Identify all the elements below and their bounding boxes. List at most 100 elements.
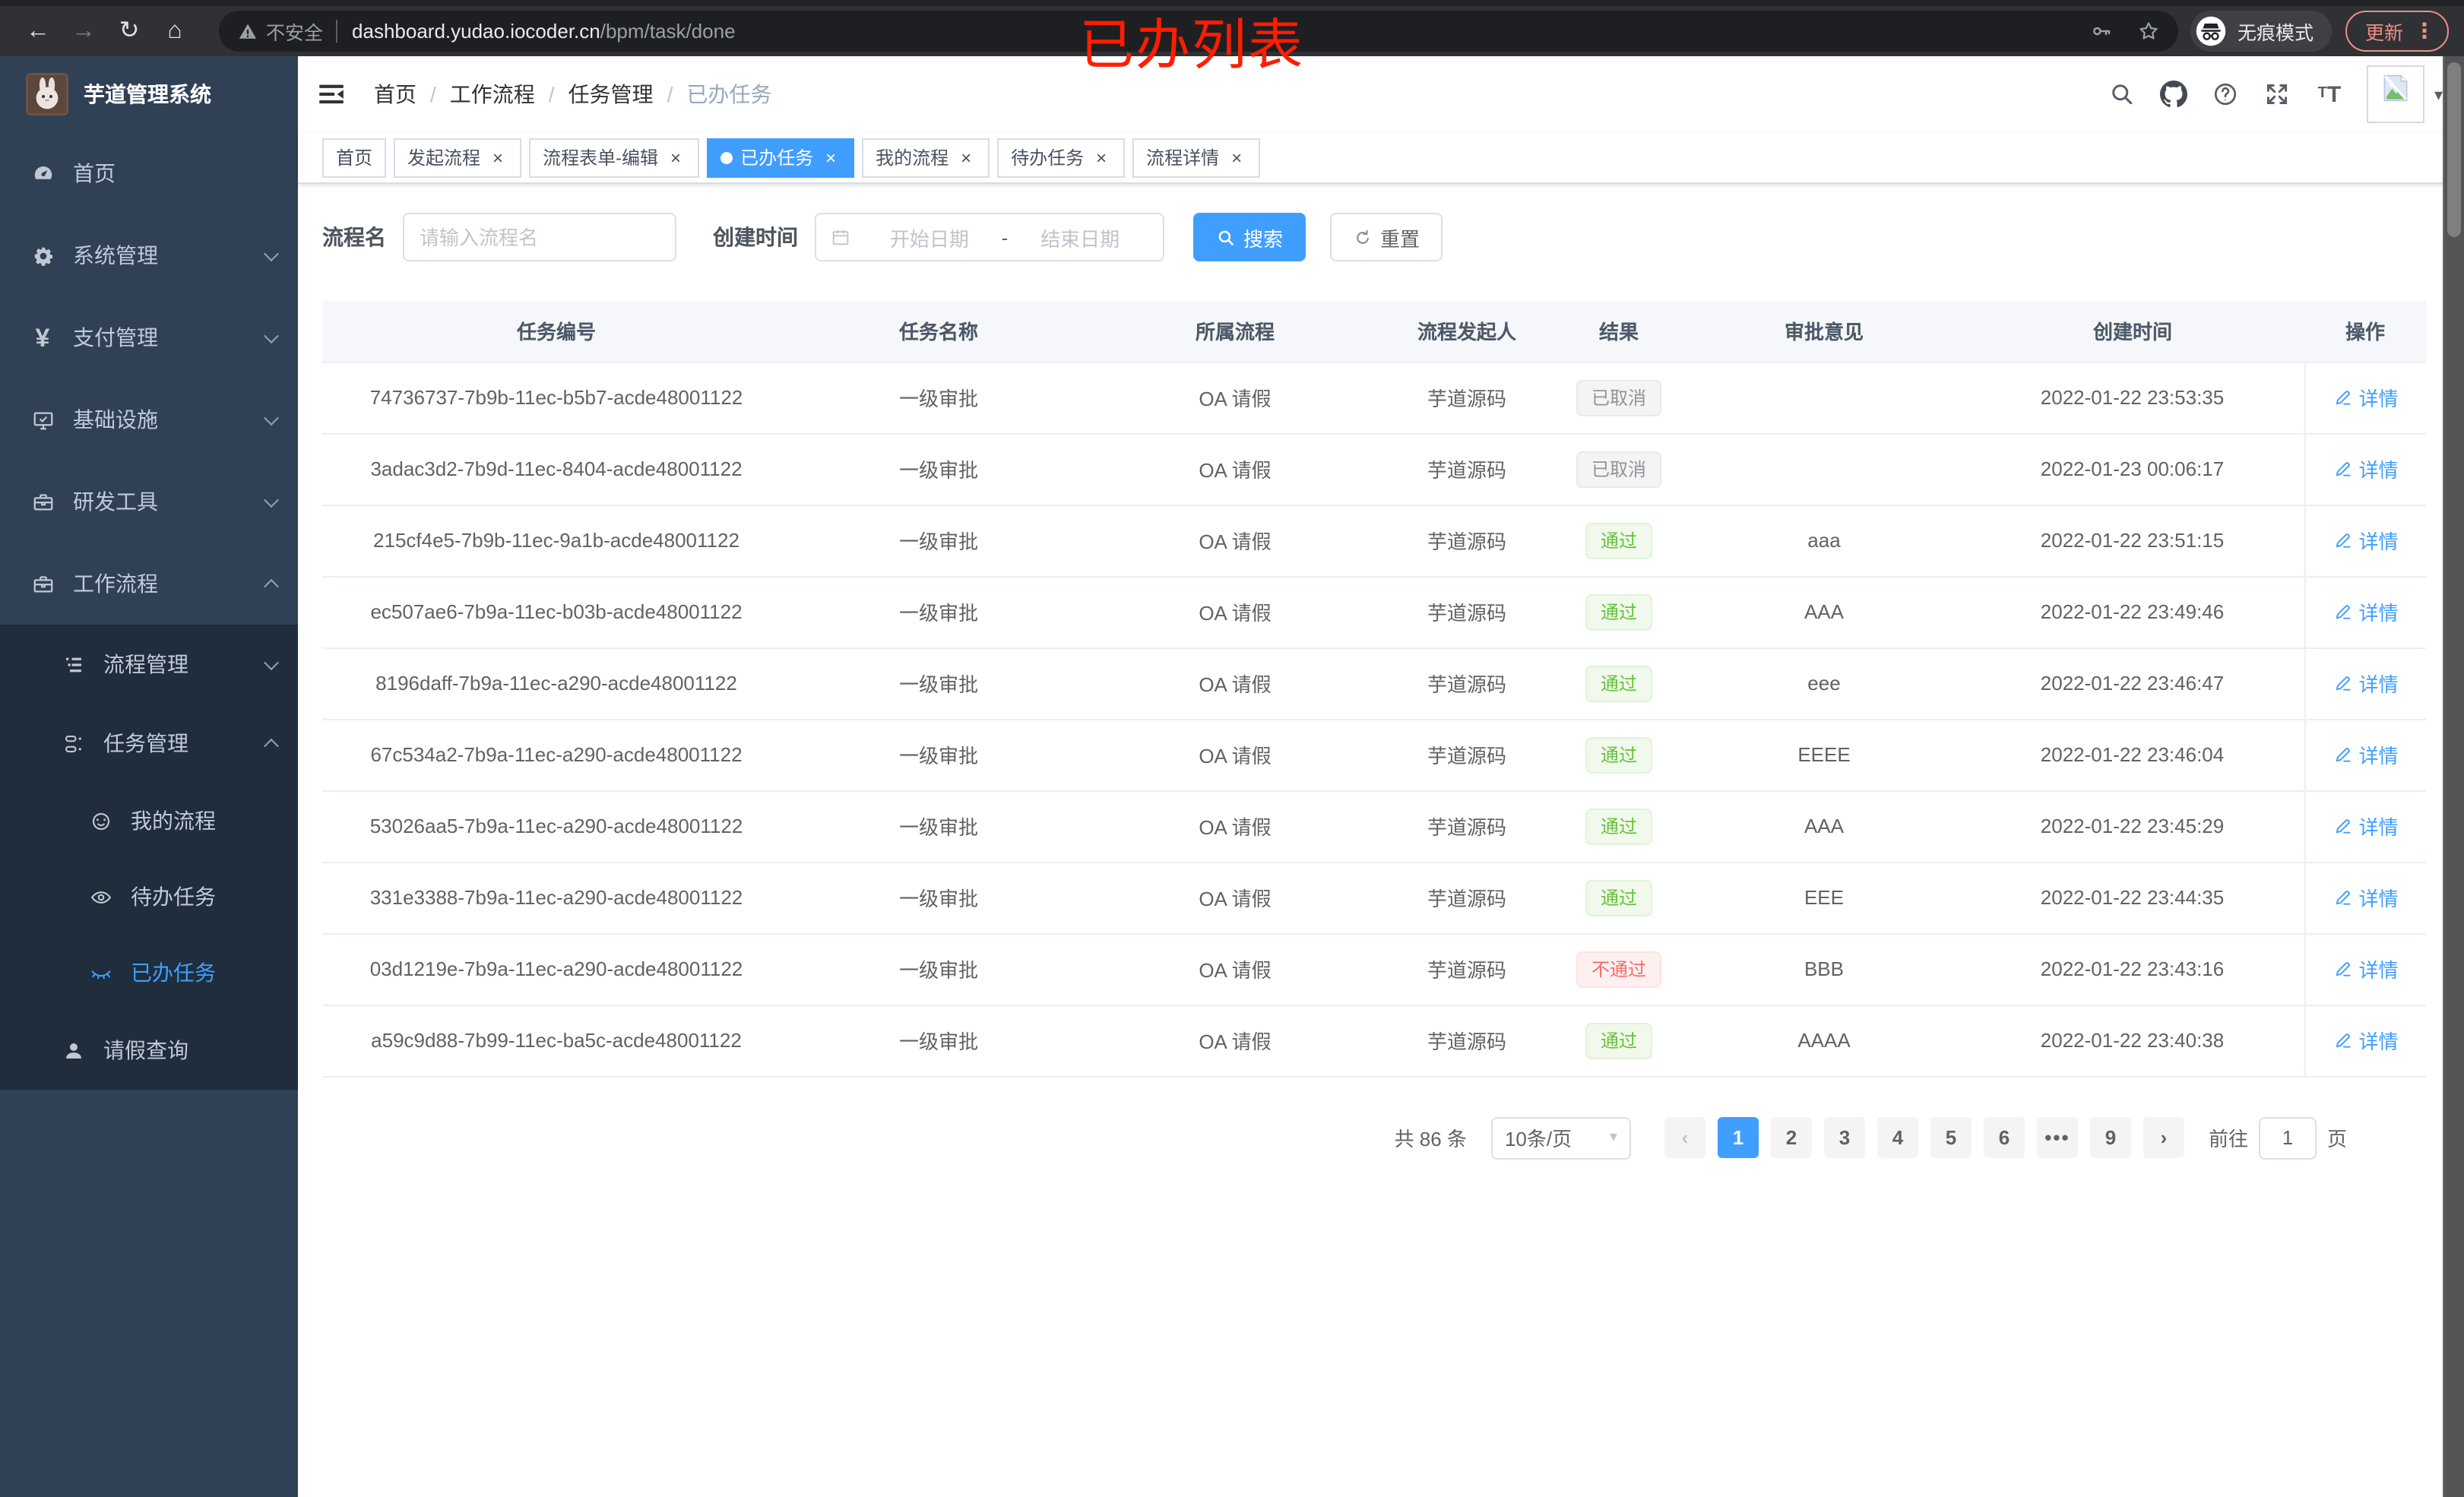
page-button-4[interactable]: 4 [1877,1117,1918,1158]
edit-pen-icon [2336,748,2351,762]
detail-link[interactable]: 详情 [2333,454,2399,483]
tab-process-detail[interactable]: 流程详情 × [1132,138,1261,177]
column-created: 创建时间 [1961,301,2304,362]
breadcrumb-item-workflow[interactable]: 工作流程 [450,79,568,109]
start-date-placeholder[interactable]: 开始日期 [860,223,999,252]
browser-update-button[interactable]: 更新 ⋮ [2345,11,2449,52]
tab-start-process[interactable]: 发起流程 × [394,138,522,177]
page-button-9[interactable]: 9 [2089,1117,2131,1158]
sidebar-item-leave-query[interactable]: 请假查询 [0,1011,298,1090]
process-name-input[interactable] [403,213,676,261]
tab-my-process[interactable]: 我的流程 × [862,138,990,177]
goto-page-input[interactable] [2258,1116,2317,1159]
security-label: 不安全 [266,23,324,44]
page-button-1[interactable]: 1 [1717,1117,1759,1158]
table-row: 331e3388-7b9a-11ec-a290-acde48001122 一级审… [322,862,2426,934]
tab-close-icon[interactable]: × [956,147,976,167]
main-area: 首页工作流程任务管理已办任务 TT [298,56,2464,1497]
tab-close-icon[interactable]: × [1091,147,1111,167]
fullscreen-icon[interactable] [2252,81,2304,108]
page-button-3[interactable]: 3 [1823,1117,1865,1158]
next-page-button[interactable]: › [2143,1117,2184,1158]
starter-cell: 芋道源码 [1383,862,1550,934]
briefcase-icon [30,571,55,596]
browser-forward-icon[interactable]: → [61,18,106,43]
search-button[interactable]: 搜索 [1193,213,1306,261]
tab-form-edit[interactable]: 流程表单-编辑 × [529,138,700,177]
table-row: 67c534a2-7b9a-11ec-a290-acde48001122 一级审… [322,719,2426,791]
detail-link[interactable]: 详情 [2333,1026,2399,1055]
table-row: 3adac3d2-7b9d-11ec-8404-acde48001122 一级审… [322,433,2426,505]
app-logo[interactable]: 芋道管理系统 [0,56,298,132]
page-button-6[interactable]: 6 [1983,1117,2025,1158]
detail-link[interactable]: 详情 [2333,526,2399,555]
starter-cell: 芋道源码 [1383,790,1550,862]
task-id-cell: 53026aa5-7b9a-11ec-a290-acde48001122 [322,790,790,862]
page-button-more[interactable]: ••• [2036,1117,2078,1158]
tab-done-tasks[interactable]: 已办任务 × [707,138,855,177]
task-name-cell: 一级审批 [790,862,1087,934]
password-key-icon[interactable] [2090,20,2113,43]
created-time-cell: 2022-01-22 23:53:35 [1961,362,2304,434]
sidebar-item-home[interactable]: 首页 [0,132,298,214]
reset-button[interactable]: 重置 [1330,213,1443,261]
avatar-caret-icon[interactable]: ▾ [2434,84,2443,104]
prev-page-button[interactable]: ‹ [1664,1117,1705,1158]
user-icon [61,1038,85,1062]
page-button-5[interactable]: 5 [1930,1117,1972,1158]
detail-link[interactable]: 详情 [2333,669,2399,698]
sidebar-item-system-management[interactable]: 系统管理 [0,214,298,296]
sidebar-toggle-hamburger-icon[interactable] [316,79,347,109]
create-time-range-picker[interactable]: 开始日期 - 结束日期 [815,213,1164,261]
tab-home[interactable]: 首页 [322,138,387,177]
column-result: 结果 [1550,301,1687,362]
browser-reload-icon[interactable]: ↻ [106,18,152,43]
scrollbar-thumb[interactable] [2447,62,2461,237]
tab-close-icon[interactable]: × [821,147,841,167]
comment-cell: EEEE [1687,719,1961,791]
search-icon[interactable] [2097,81,2149,108]
calendar-icon [832,229,849,245]
tab-close-icon[interactable]: × [666,147,686,167]
browser-menu-icon[interactable]: ⋮ [2414,18,2435,44]
not-secure-warning-icon[interactable] [237,21,258,42]
page-button-2[interactable]: 2 [1770,1117,1812,1158]
sidebar-item-my-process[interactable]: 我的流程 [0,783,298,859]
sidebar-item-done-tasks[interactable]: 已办任务 [0,935,298,1011]
chevron-icon [264,492,279,508]
detail-link[interactable]: 详情 [2333,383,2399,412]
github-icon[interactable] [2149,81,2200,108]
avatar[interactable] [2367,65,2425,123]
starter-cell: 芋道源码 [1383,433,1550,505]
page-scrollbar[interactable] [2443,56,2464,1497]
end-date-placeholder[interactable]: 结束日期 [1011,223,1149,252]
chevron-icon [264,328,279,343]
help-question-icon[interactable] [2200,81,2252,108]
breadcrumb-item-done-tasks[interactable]: 已办任务 [686,79,771,109]
detail-link[interactable]: 详情 [2333,954,2399,983]
browser-home-icon[interactable]: ⌂ [152,18,198,43]
comment-cell [1687,362,1961,434]
detail-link[interactable]: 详情 [2333,883,2399,912]
tab-close-icon[interactable]: × [488,147,508,167]
sidebar-item-process-management[interactable]: 流程管理 [0,625,298,704]
tab-close-icon[interactable]: × [1227,147,1246,167]
detail-link[interactable]: 详情 [2333,812,2399,840]
page-size-select[interactable]: 10条/页 ▾ [1490,1116,1631,1159]
font-size-icon[interactable]: TT [2304,83,2355,106]
detail-link[interactable]: 详情 [2333,597,2399,626]
sidebar-item-dev-tools[interactable]: 研发工具 [0,460,298,543]
sidebar-item-todo-tasks[interactable]: 待办任务 [0,859,298,935]
sidebar-item-workflow[interactable]: 工作流程 [0,543,298,625]
browser-back-icon[interactable]: ← [15,18,61,43]
result-cell: 通过 [1550,790,1687,862]
breadcrumb-item-home[interactable]: 首页 [374,79,450,109]
sidebar-item-payment-management[interactable]: ¥ 支付管理 [0,296,298,378]
actions-cell: 详情 [2304,362,2426,434]
breadcrumb-item-task-management[interactable]: 任务管理 [568,79,687,109]
detail-link[interactable]: 详情 [2333,740,2399,769]
sidebar-item-task-management[interactable]: 任务管理 [0,704,298,783]
sidebar-item-infrastructure[interactable]: 基础设施 [0,378,298,460]
bookmark-star-icon[interactable] [2137,20,2160,43]
tab-todo-tasks[interactable]: 待办任务 × [997,138,1126,177]
